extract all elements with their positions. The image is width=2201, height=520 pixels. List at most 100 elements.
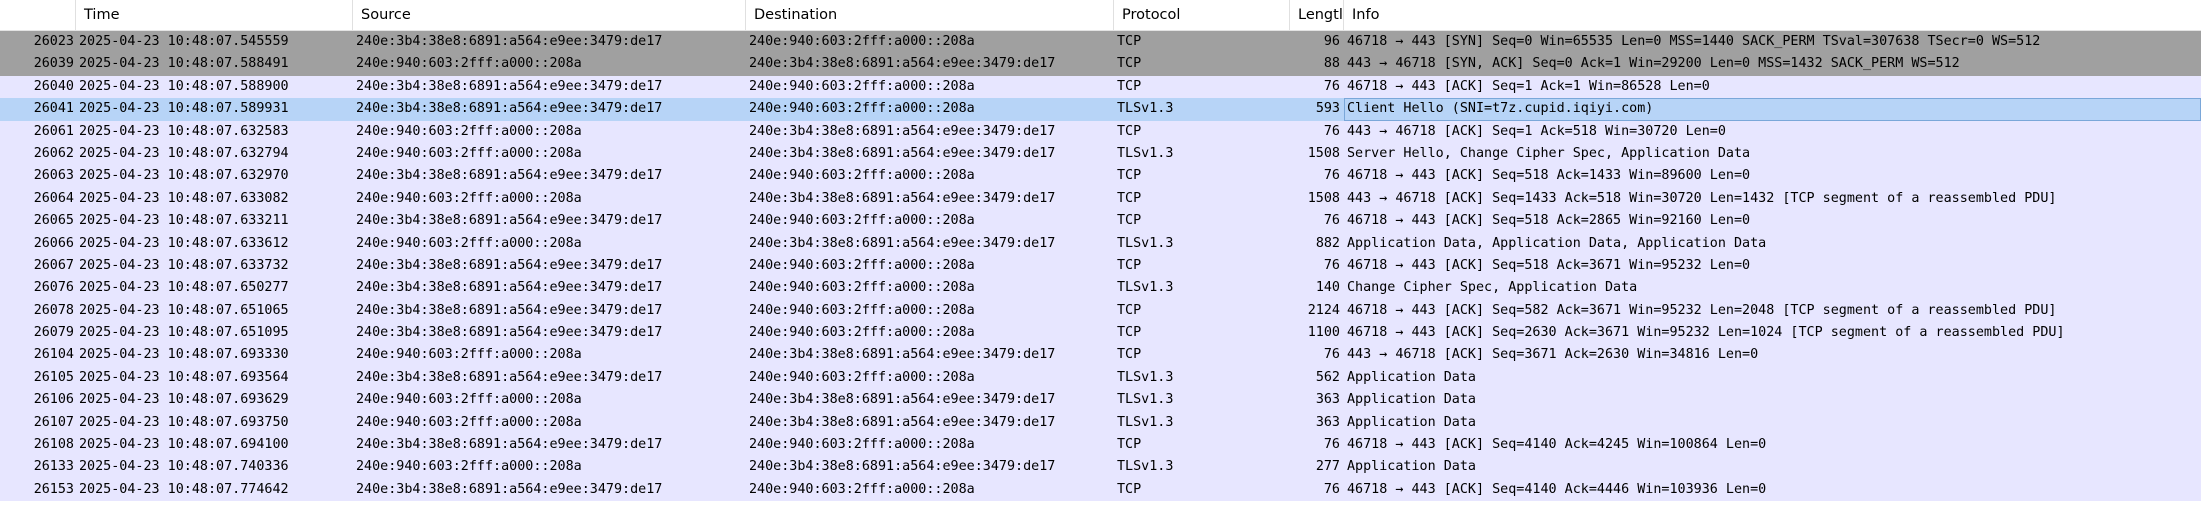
cell-info: 46718 → 443 [ACK] Seq=4140 Ack=4245 Win=… [1347,437,1767,453]
table-row[interactable]: 26067 2025-04-23 10:48:07.633732 240e:3b4:… [0,254,2201,278]
cell-info: 46718 → 443 [ACK] Seq=518 Ack=2865 Win=9… [1347,213,1751,229]
cell-info: 46718 → 443 [ACK] Seq=518 Ack=3671 Win=9… [1347,257,1751,273]
cell-protocol: TCP [1117,213,1142,229]
cell-time: 2025-04-23 10:48:07.588900 [79,78,289,94]
table-row[interactable]: 26105 2025-04-23 10:48:07.693564 240e:3b4:… [0,366,2201,390]
cell-time: 2025-04-23 10:48:07.693750 [79,414,289,430]
table-row[interactable]: 26063 2025-04-23 10:48:07.632970 240e:3b4:… [0,165,2201,188]
cell-length: 76 [1323,257,1340,273]
table-row[interactable]: 26039 2025-04-23 10:48:07.588491 240e:940:… [0,53,2201,76]
cell-source: 240e:940:603:2fff:a000::208a [356,347,582,363]
cell-number: 26108 [33,437,74,453]
table-row[interactable]: 26108 2025-04-23 10:48:07.694100 240e:3b4:… [0,434,2201,457]
cell-info: Application Data [1347,369,1476,385]
cell-protocol: TLSv1.3 [1117,414,1174,430]
table-row[interactable]: 26061 2025-04-23 10:48:07.632583 240e:940:… [0,120,2201,143]
column-header-time[interactable]: Time [76,0,353,30]
cell-time: 2025-04-23 10:48:07.589931 [79,101,289,117]
cell-number: 26107 [33,414,74,430]
cell-source: 240e:940:603:2fff:a000::208a [356,235,582,251]
cell-source: 240e:3b4:38e8:6891:a564:e9ee:3479:de17 [356,437,663,453]
cell-protocol: TLSv1.3 [1117,235,1174,251]
column-header-protocol[interactable]: Protocol [1114,0,1290,30]
cell-protocol: TLSv1.3 [1117,101,1174,117]
cell-source: 240e:3b4:38e8:6891:a564:e9ee:3479:de17 [356,280,663,296]
cell-destination: 240e:3b4:38e8:6891:a564:e9ee:3479:de17 [749,392,1056,408]
cell-protocol: TCP [1117,481,1142,497]
cell-destination: 240e:3b4:38e8:6891:a564:e9ee:3479:de17 [749,459,1056,475]
packet-list[interactable]: Time Source Destination Protocol Lengtl … [0,0,2201,520]
cell-length: 1100 [1307,325,1340,341]
cell-source: 240e:940:603:2fff:a000::208a [356,414,582,430]
cell-length: 76 [1323,437,1340,453]
column-header-destination[interactable]: Destination [746,0,1114,30]
table-row[interactable]: 26107 2025-04-23 10:48:07.693750 240e:940:… [0,411,2201,435]
cell-info: Application Data [1347,459,1476,475]
cell-source: 240e:940:603:2fff:a000::208a [356,392,582,408]
cell-protocol: TLSv1.3 [1117,392,1174,408]
cell-number: 26133 [33,459,74,475]
column-header-info[interactable]: Info [1344,0,2201,30]
cell-time: 2025-04-23 10:48:07.650277 [79,280,289,296]
cell-destination: 240e:940:603:2fff:a000::208a [749,257,975,273]
cell-time: 2025-04-23 10:48:07.633732 [79,257,289,273]
cell-info: 443 → 46718 [ACK] Seq=1433 Ack=518 Win=3… [1347,190,2057,206]
cell-number: 26078 [33,302,74,318]
table-row[interactable]: 26078 2025-04-23 10:48:07.651065 240e:3b4:… [0,299,2201,323]
cell-number: 26106 [33,392,74,408]
table-row[interactable]: 26076 2025-04-23 10:48:07.650277 240e:3b4:… [0,277,2201,300]
table-row[interactable]: 26079 2025-04-23 10:48:07.651095 240e:3b4:… [0,322,2201,345]
cell-number: 26041 [33,101,74,117]
cell-info: 443 → 46718 [ACK] Seq=1 Ack=518 Win=3072… [1347,123,1726,139]
cell-time: 2025-04-23 10:48:07.588491 [79,56,289,72]
cell-number: 26066 [33,235,74,251]
cell-number: 26061 [33,123,74,139]
table-row[interactable]: 26153 2025-04-23 10:48:07.774642 240e:3b4:… [0,478,2201,502]
cell-source: 240e:3b4:38e8:6891:a564:e9ee:3479:de17 [356,481,663,497]
cell-protocol: TLSv1.3 [1117,145,1174,161]
cell-protocol: TCP [1117,257,1142,273]
cell-length: 76 [1323,123,1340,139]
table-row[interactable]: 26066 2025-04-23 10:48:07.633612 240e:940:… [0,232,2201,255]
cell-destination: 240e:940:603:2fff:a000::208a [749,101,975,117]
cell-source: 240e:940:603:2fff:a000::208a [356,56,582,72]
cell-protocol: TCP [1117,78,1142,94]
cell-info: Application Data [1347,414,1476,430]
cell-number: 26063 [33,168,74,184]
cell-source: 240e:3b4:38e8:6891:a564:e9ee:3479:de17 [356,34,663,49]
cell-length: 140 [1315,280,1340,296]
cell-info: 46718 → 443 [ACK] Seq=582 Ack=3671 Win=9… [1347,302,2057,318]
table-row[interactable]: 26023 2025-04-23 10:48:07.545559 240e:3b4:… [0,31,2201,54]
cell-length: 88 [1323,56,1340,72]
cell-number: 26065 [33,213,74,229]
column-header-length[interactable]: Lengtl [1290,0,1344,30]
packet-rows: 26023 2025-04-23 10:48:07.545559 240e:3b4:… [0,31,2201,502]
cell-time: 2025-04-23 10:48:07.651095 [79,325,289,341]
cell-number: 26105 [33,369,74,385]
column-header-row: Time Source Destination Protocol Lengtl … [0,0,2201,31]
cell-protocol: TLSv1.3 [1117,369,1174,385]
cell-destination: 240e:940:603:2fff:a000::208a [749,168,975,184]
column-header-source[interactable]: Source [353,0,746,30]
table-row[interactable]: 26133 2025-04-23 10:48:07.740336 240e:940:… [0,456,2201,479]
cell-length: 76 [1323,213,1340,229]
cell-length: 76 [1323,78,1340,94]
column-header-no[interactable] [0,0,76,30]
table-row-selected[interactable]: 26041 2025-04-23 10:48:07.589931 240e:3b4:… [0,98,2201,121]
table-row[interactable]: 26040 2025-04-23 10:48:07.588900 240e:3b4:… [0,75,2201,99]
cell-destination: 240e:3b4:38e8:6891:a564:e9ee:3479:de17 [749,123,1056,139]
cell-info: Server Hello, Change Cipher Spec, Applic… [1347,145,1751,161]
table-row[interactable]: 26062 2025-04-23 10:48:07.632794 240e:940:… [0,142,2201,166]
cell-info: Application Data, Application Data, Appl… [1347,235,1767,251]
table-row[interactable]: 26106 2025-04-23 10:48:07.693629 240e:940:… [0,389,2201,412]
table-row[interactable]: 26104 2025-04-23 10:48:07.693330 240e:940:… [0,344,2201,367]
cell-time: 2025-04-23 10:48:07.693564 [79,369,289,385]
table-row[interactable]: 26065 2025-04-23 10:48:07.633211 240e:3b4:… [0,210,2201,233]
cell-length: 593 [1315,101,1340,117]
cell-length: 363 [1315,392,1340,408]
cell-number: 26076 [33,280,74,296]
cell-destination: 240e:940:603:2fff:a000::208a [749,213,975,229]
cell-time: 2025-04-23 10:48:07.694100 [79,437,289,453]
cell-destination: 240e:3b4:38e8:6891:a564:e9ee:3479:de17 [749,235,1056,251]
table-row[interactable]: 26064 2025-04-23 10:48:07.633082 240e:940:… [0,187,2201,211]
